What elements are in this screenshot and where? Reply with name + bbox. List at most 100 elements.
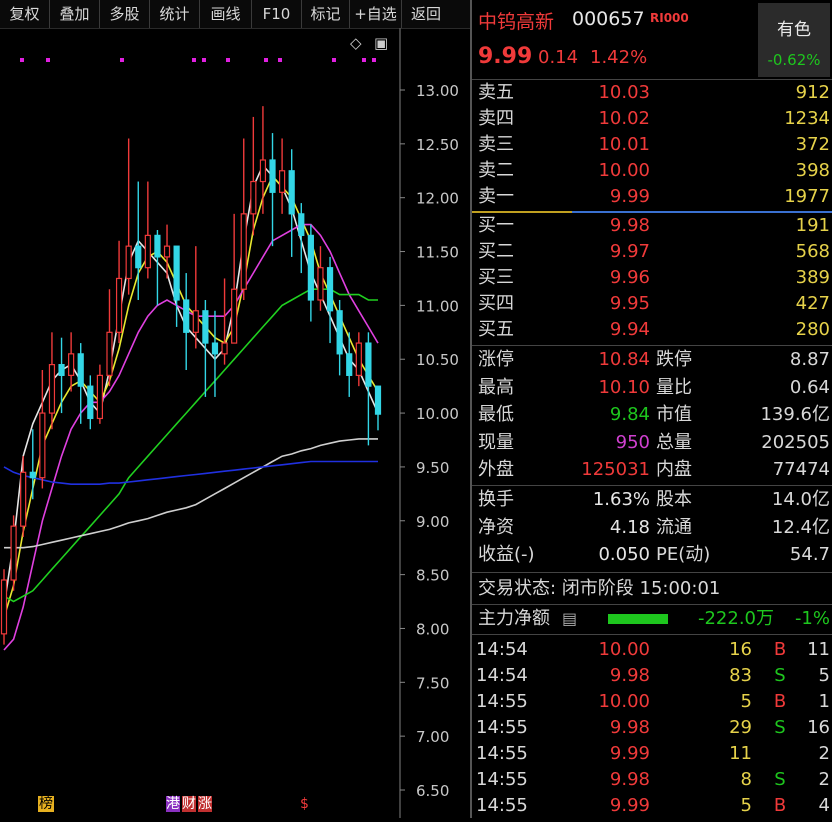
main-capital-label: 主力净额 bbox=[478, 608, 550, 629]
stat-label: 涨停 bbox=[478, 349, 514, 370]
candle bbox=[48, 332, 56, 430]
stat-label: 最高 bbox=[478, 376, 514, 398]
candle bbox=[39, 370, 46, 489]
back-button[interactable]: 返回 bbox=[402, 0, 450, 28]
stat-label: 净资 bbox=[478, 516, 514, 538]
tick-time: 14:55 bbox=[476, 743, 528, 764]
bid-volume: 568 bbox=[795, 241, 830, 262]
bid-price: 9.94 bbox=[609, 319, 650, 340]
bid-row[interactable]: 买四 9.95 427 bbox=[472, 291, 832, 317]
tick-row[interactable]: 14:55 9.98 29 S 16 bbox=[472, 715, 832, 741]
ask-row[interactable]: 卖四 10.02 1234 bbox=[472, 106, 832, 132]
candle bbox=[183, 273, 190, 370]
axis-tick-label: 7.00 bbox=[416, 728, 449, 746]
stat-label: 现量 bbox=[478, 431, 514, 453]
stat-value: 0.050 bbox=[598, 544, 650, 565]
ask-row[interactable]: 卖一 9.99 1977 bbox=[472, 184, 832, 210]
stat-label: 外盘 bbox=[478, 459, 514, 480]
candle bbox=[307, 224, 314, 322]
mark-button[interactable]: 标记 bbox=[302, 0, 350, 28]
ask-row[interactable]: 卖二 10.00 398 bbox=[472, 158, 832, 184]
add-watchlist-button[interactable]: +自选 bbox=[350, 0, 402, 28]
tick-volume: 5 bbox=[740, 691, 752, 712]
stat-label: 跌停 bbox=[656, 349, 692, 370]
candle bbox=[68, 332, 75, 392]
statistics-button[interactable]: 统计 bbox=[150, 0, 200, 28]
bid-row[interactable]: 买三 9.96 389 bbox=[472, 265, 832, 291]
hk-connect-marker[interactable]: 港 bbox=[166, 796, 180, 812]
stock-code: 000657 bbox=[572, 8, 645, 30]
kline-chart[interactable]: 13.00 12.50 12.00 11.50 11.00 10.50 10.00 9.50 9… bbox=[0, 28, 470, 818]
ma-line bbox=[4, 438, 378, 549]
price-change: 0.14 bbox=[538, 47, 579, 68]
stat-label: PE(动) bbox=[656, 544, 711, 565]
stat-value: 1.63% bbox=[592, 489, 650, 510]
tick-row[interactable]: 14:54 10.00 16 B 11 bbox=[472, 637, 832, 663]
stat-row: 外盘 125031 内盘 77474 bbox=[472, 457, 832, 483]
candle bbox=[355, 332, 362, 387]
bid-row[interactable]: 买一 9.98 191 bbox=[472, 213, 832, 239]
candle bbox=[106, 289, 113, 387]
tick-volume: 11 bbox=[729, 743, 752, 764]
tick-row[interactable]: 14:55 9.98 8 S 2 bbox=[472, 767, 832, 793]
candle bbox=[0, 569, 8, 645]
axis-tick-label: 11.50 bbox=[416, 244, 459, 262]
tick-row[interactable]: 14:55 9.99 5 B 4 bbox=[472, 793, 832, 819]
bid-row[interactable]: 买五 9.94 280 bbox=[472, 317, 832, 343]
ask-row[interactable]: 卖五 10.03 912 bbox=[472, 80, 832, 106]
restore-rights-button[interactable]: 复权 bbox=[0, 0, 50, 28]
stat-row: 净资 4.18 流通 12.4亿 bbox=[472, 515, 832, 541]
draw-line-button[interactable]: 画线 bbox=[200, 0, 252, 28]
diamond-icon[interactable]: ◇ bbox=[350, 34, 362, 52]
tick-row[interactable]: 14:54 9.98 83 S 5 bbox=[472, 663, 832, 689]
candle bbox=[240, 138, 247, 300]
tick-side: B bbox=[773, 795, 787, 816]
multi-stock-button[interactable]: 多股 bbox=[100, 0, 150, 28]
axis-tick-label: 12.50 bbox=[416, 136, 459, 154]
candle bbox=[298, 203, 305, 274]
capital-detail-icon[interactable]: ▤ bbox=[562, 606, 577, 632]
stat-value: 125031 bbox=[581, 459, 650, 480]
tick-time: 14:55 bbox=[476, 769, 528, 790]
stat-label: 股本 bbox=[656, 489, 692, 510]
signal-dot bbox=[372, 58, 376, 62]
bid-volume: 389 bbox=[795, 267, 830, 288]
signal-dot bbox=[264, 58, 268, 62]
tick-row[interactable]: 14:55 10.00 5 B 1 bbox=[472, 689, 832, 715]
bid-row[interactable]: 买二 9.97 568 bbox=[472, 239, 832, 265]
main-capital-row[interactable]: 主力净额 ▤ -222.0万 -1% bbox=[472, 606, 832, 632]
ask-volume: 912 bbox=[795, 82, 830, 103]
finance-marker[interactable]: 财 bbox=[182, 796, 196, 812]
trade-status: 交易状态: 闭市阶段 15:00:01 bbox=[478, 578, 721, 599]
ranking-marker[interactable]: 榜 bbox=[38, 796, 54, 812]
ma-line bbox=[3, 174, 379, 618]
tick-row[interactable]: 14:55 9.99 11 2 bbox=[472, 741, 832, 767]
dollar-marker[interactable]: $ bbox=[300, 796, 309, 812]
stat-label: 市值 bbox=[656, 404, 692, 425]
f10-button[interactable]: F10 bbox=[252, 0, 302, 28]
tick-count: 4 bbox=[818, 795, 830, 816]
axis-tick-label: 10.50 bbox=[416, 351, 459, 369]
candle bbox=[326, 256, 334, 344]
overlay-button[interactable]: 叠加 bbox=[50, 0, 100, 28]
axis-tick-label: 9.50 bbox=[416, 459, 449, 477]
stat-value: 77474 bbox=[772, 459, 830, 480]
main-capital-pct: -1% bbox=[794, 608, 830, 629]
signal-dot bbox=[46, 58, 50, 62]
stat-value: 202505 bbox=[761, 431, 830, 453]
stat-label: 最低 bbox=[478, 404, 514, 425]
tick-count: 1 bbox=[818, 691, 830, 712]
stat-value: 950 bbox=[615, 431, 650, 453]
sector-box[interactable]: 有色 -0.62% bbox=[758, 3, 830, 77]
ask-price: 9.99 bbox=[609, 186, 650, 207]
limit-up-marker[interactable]: 涨 bbox=[198, 796, 212, 812]
axis-tick-label: 11.00 bbox=[416, 297, 459, 315]
candle bbox=[29, 429, 36, 500]
tick-count: 2 bbox=[818, 769, 830, 790]
ask-row[interactable]: 卖三 10.01 372 bbox=[472, 132, 832, 158]
tick-count: 11 bbox=[807, 639, 830, 660]
candle bbox=[115, 240, 123, 344]
ask-volume: 1234 bbox=[784, 108, 830, 129]
panel-toggle-icon[interactable]: ▣ bbox=[374, 34, 388, 52]
axis-tick-label: 7.50 bbox=[416, 674, 449, 692]
